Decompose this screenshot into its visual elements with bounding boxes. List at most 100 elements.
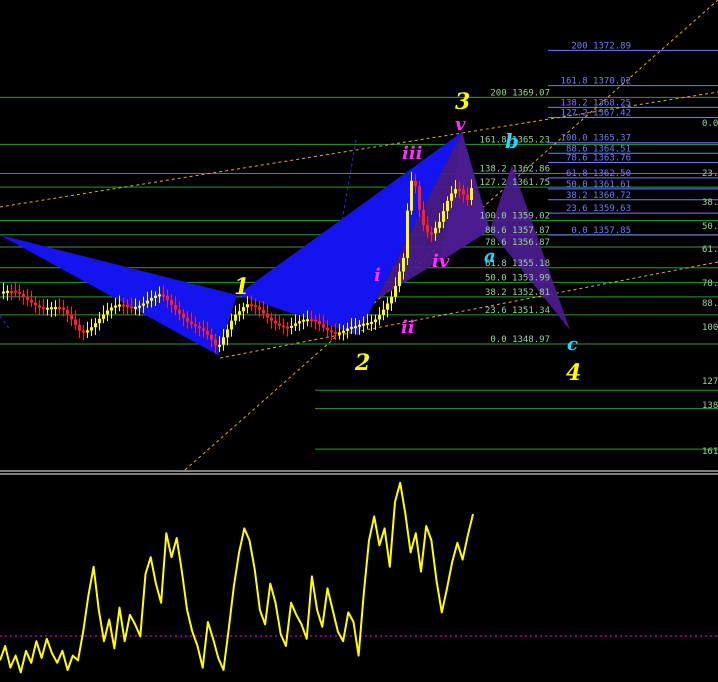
candle-body bbox=[138, 305, 141, 308]
candle-body bbox=[366, 322, 369, 325]
candle-body bbox=[418, 186, 421, 210]
candle-body bbox=[210, 334, 213, 340]
candle-body bbox=[306, 319, 309, 322]
candle-body bbox=[18, 291, 21, 294]
candle-body bbox=[186, 317, 189, 322]
fib-upper-label: 127.2 1367.42 bbox=[561, 109, 631, 119]
fib-lower-label: 23.6 1351.34 bbox=[485, 306, 550, 316]
candle-body bbox=[242, 307, 245, 312]
candle-body bbox=[134, 306, 137, 309]
candle-body bbox=[422, 209, 425, 226]
candle-body bbox=[374, 319, 377, 322]
candle-body bbox=[218, 344, 221, 347]
candle-body bbox=[402, 258, 405, 272]
candle-body bbox=[2, 291, 5, 294]
candle-body bbox=[406, 210, 409, 259]
candle-body bbox=[26, 296, 29, 300]
wave-label-ii: ii bbox=[401, 317, 415, 338]
candle-body bbox=[278, 323, 281, 326]
candle-body bbox=[458, 189, 461, 192]
candle-body bbox=[466, 194, 469, 200]
candle-body bbox=[150, 297, 153, 301]
candle-body bbox=[398, 271, 401, 287]
candle-body bbox=[42, 307, 45, 310]
candle-body bbox=[182, 313, 185, 318]
wave-label-1: 1 bbox=[234, 274, 249, 300]
candle-body bbox=[114, 305, 117, 308]
candle-body bbox=[282, 325, 285, 328]
candle-body bbox=[142, 303, 145, 306]
candle-body bbox=[310, 319, 313, 322]
right-edge-label: 23.6 bbox=[702, 169, 718, 179]
candle-body bbox=[174, 304, 177, 310]
candle-body bbox=[442, 211, 445, 222]
candle-body bbox=[254, 305, 257, 308]
candle-body bbox=[370, 321, 373, 324]
candle-body bbox=[14, 290, 17, 293]
candle-body bbox=[414, 180, 417, 187]
fib-upper-label: 0.0 1357.85 bbox=[571, 226, 631, 236]
candle-body bbox=[154, 295, 157, 298]
indicator-pane bbox=[0, 470, 718, 674]
candle-body bbox=[198, 326, 201, 329]
candle-body bbox=[390, 296, 393, 304]
candle-body bbox=[98, 318, 101, 324]
right-edge-labels: 0.0 23.6 38.2 50.0 61.8 78.6 88.6 100.0 127.2 138… bbox=[702, 119, 718, 457]
fib-lower-label: 100.0 1359.02 bbox=[480, 212, 550, 222]
wave-label-iii: iii bbox=[402, 143, 423, 164]
candle-body bbox=[258, 306, 261, 310]
fib-upper-labels: 200 1372.89 161.8 1370.02 138.2 1368.25127… bbox=[561, 41, 631, 236]
fib-lower-label: 50.0 1353.99 bbox=[485, 273, 550, 283]
wave-label-iv: iv bbox=[432, 251, 450, 272]
wave-label-c: c bbox=[567, 334, 578, 355]
right-edge-label: 88.6 bbox=[702, 299, 718, 309]
candle-body bbox=[126, 304, 129, 307]
candle-body bbox=[22, 293, 25, 297]
fib-lower-label: 88.6 1357.87 bbox=[485, 226, 550, 236]
candle-body bbox=[438, 221, 441, 228]
price-chart: 200 1369.07161.8 1365.23138.2 1362.86127… bbox=[0, 0, 718, 674]
candle-body bbox=[166, 295, 169, 301]
candle-body bbox=[270, 317, 273, 321]
candle-body bbox=[330, 330, 333, 333]
candle-body bbox=[86, 330, 89, 333]
candle-body bbox=[246, 304, 249, 308]
candle-body bbox=[410, 180, 413, 211]
candle-body bbox=[74, 319, 77, 326]
candle-body bbox=[82, 330, 85, 333]
wave-label-a: a bbox=[484, 246, 496, 267]
candle-body bbox=[118, 304, 121, 307]
candle-body bbox=[338, 332, 341, 335]
wave-label-b: b bbox=[505, 129, 519, 153]
candle-body bbox=[202, 328, 205, 331]
candle-body bbox=[450, 193, 453, 201]
candle-body bbox=[162, 294, 165, 297]
candle-body bbox=[46, 307, 49, 310]
candle-body bbox=[230, 320, 233, 330]
candle-body bbox=[362, 323, 365, 326]
wave-label-v: v bbox=[455, 114, 466, 135]
indicator-line bbox=[0, 481, 474, 674]
candle-body bbox=[354, 326, 357, 329]
right-edge-label: 138.2 bbox=[702, 401, 718, 411]
candle-body bbox=[322, 324, 325, 328]
wave-label-3: 3 bbox=[455, 89, 470, 115]
candle-body bbox=[430, 232, 433, 235]
candle-body bbox=[462, 189, 465, 195]
fib-upper-label: 78.6 1363.76 bbox=[566, 153, 631, 163]
candle-body bbox=[314, 319, 317, 322]
candle-body bbox=[238, 311, 241, 315]
candle-body bbox=[274, 320, 277, 324]
candle-body bbox=[90, 327, 93, 331]
fib-upper-label: 200 1372.89 bbox=[571, 41, 631, 51]
candle-body bbox=[94, 323, 97, 328]
candle-body bbox=[54, 307, 57, 310]
candle-body bbox=[178, 309, 181, 314]
fib-upper-label: 61.8 1362.50 bbox=[566, 169, 631, 179]
candle-body bbox=[334, 331, 337, 334]
candle-body bbox=[426, 225, 429, 233]
fib-upper-label: 23.6 1359.63 bbox=[566, 204, 631, 214]
fib-lower-label: 127.2 1361.75 bbox=[480, 178, 550, 188]
candle-body bbox=[122, 304, 125, 307]
candle-body bbox=[30, 299, 33, 303]
